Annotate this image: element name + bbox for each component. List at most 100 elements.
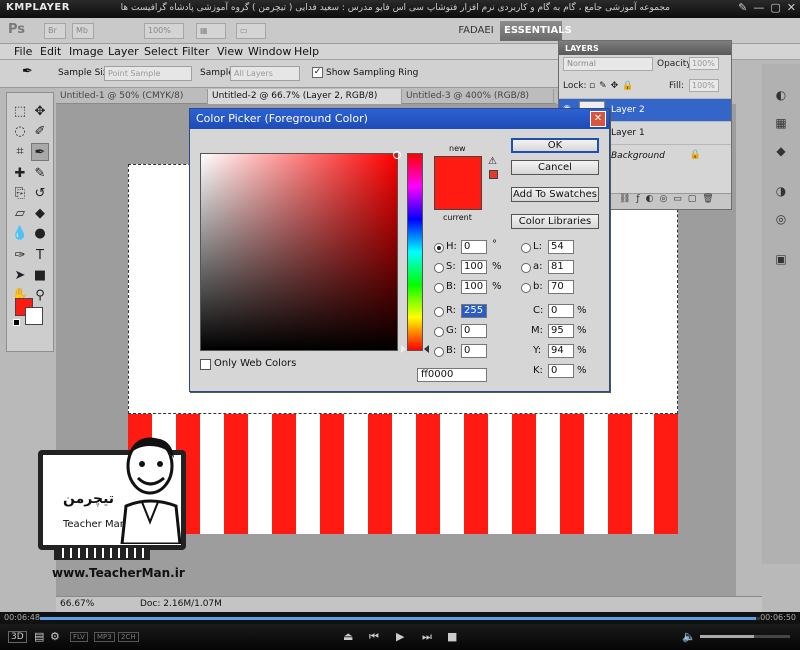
menu-edit[interactable]: Edit: [40, 45, 61, 58]
color-libraries-button[interactable]: Color Libraries: [511, 214, 599, 229]
color-panel-icon[interactable]: ◐: [770, 88, 792, 106]
lab-b-field[interactable]: 70: [548, 280, 574, 294]
lab-l-field[interactable]: 54: [548, 240, 574, 254]
path-selection-icon[interactable]: ➤: [11, 267, 29, 285]
saturation-radio[interactable]: [434, 263, 444, 273]
green-radio[interactable]: [434, 327, 444, 337]
add-to-swatches-button[interactable]: Add To Swatches: [511, 187, 599, 202]
marquee-tool-icon[interactable]: ⬚: [11, 103, 29, 121]
pen-tool-icon[interactable]: ✑: [11, 247, 29, 265]
move-tool-icon[interactable]: ✥: [31, 103, 49, 121]
cyan-field[interactable]: 0: [548, 304, 574, 318]
play-icon[interactable]: ▶: [396, 630, 404, 643]
eyedropper-tool-icon[interactable]: ✒: [31, 143, 49, 161]
seek-progress[interactable]: [40, 617, 757, 620]
background-color-swatch[interactable]: [25, 307, 43, 325]
brightness-field[interactable]: 100: [461, 280, 487, 294]
masks-panel-icon[interactable]: ◎: [770, 212, 792, 230]
menu-filter[interactable]: Filter: [182, 45, 209, 58]
mini-bridge-button[interactable]: Mb: [72, 23, 94, 39]
yellow-field[interactable]: 94: [548, 344, 574, 358]
dodge-tool-icon[interactable]: ●: [31, 225, 49, 243]
out-of-gamut-warning-icon[interactable]: ⚠: [488, 156, 497, 167]
hue-slider[interactable]: [407, 153, 423, 351]
brightness-radio[interactable]: [434, 283, 444, 293]
zoom-tool-icon[interactable]: ⚲: [31, 287, 49, 305]
blend-mode-select[interactable]: Normal: [563, 57, 653, 71]
stop-icon[interactable]: ■: [447, 630, 457, 643]
eraser-tool-icon[interactable]: ▱: [11, 205, 29, 223]
saturation-field[interactable]: 100: [461, 260, 487, 274]
blue-radio[interactable]: [434, 347, 444, 357]
hex-field[interactable]: ff0000: [417, 368, 487, 382]
default-colors-icon[interactable]: [13, 319, 20, 326]
magenta-field[interactable]: 95: [548, 324, 574, 338]
hue-field[interactable]: 0: [461, 240, 487, 254]
tab-untitled-2[interactable]: Untitled-2 @ 66.7% (Layer 2, RGB/8): [208, 89, 402, 104]
lab-b-radio[interactable]: [521, 283, 531, 293]
red-field[interactable]: 255: [461, 304, 487, 318]
menu-view[interactable]: View: [217, 45, 243, 58]
hue-slider-left-arrow[interactable]: [401, 345, 406, 353]
close-icon[interactable]: ✕: [590, 111, 606, 127]
history-brush-icon[interactable]: ↺: [31, 185, 49, 203]
mini-bridge-panel-icon[interactable]: ▣: [770, 252, 792, 270]
tab-untitled-3[interactable]: Untitled-3 @ 400% (RGB/8): [402, 89, 554, 104]
styles-panel-icon[interactable]: ◆: [770, 144, 792, 162]
layers-panel-title[interactable]: LAYERS: [559, 41, 731, 55]
tab-untitled-1[interactable]: Untitled-1 @ 50% (CMYK/8): [56, 89, 208, 104]
ok-button[interactable]: OK: [511, 138, 599, 153]
menu-window[interactable]: Window: [248, 45, 291, 58]
menu-select[interactable]: Select: [144, 45, 178, 58]
status-zoom[interactable]: 66.67%: [60, 599, 94, 609]
playlist-icon[interactable]: ▤: [34, 630, 44, 643]
green-field[interactable]: 0: [461, 324, 487, 338]
quick-selection-tool-icon[interactable]: ✐: [31, 123, 49, 141]
lab-a-field[interactable]: 81: [548, 260, 574, 274]
eyedropper-preset-icon[interactable]: ✒: [22, 64, 33, 79]
blue-field[interactable]: 0: [461, 344, 487, 358]
zoom-level-box[interactable]: 100%: [144, 23, 184, 39]
next-icon[interactable]: ⏭: [422, 630, 432, 644]
fill-field[interactable]: 100%: [689, 79, 719, 92]
eject-icon[interactable]: ⏏: [343, 630, 353, 643]
color-field[interactable]: [200, 153, 398, 351]
settings-gear-icon[interactable]: ⚙: [50, 630, 60, 643]
arrange-documents-button[interactable]: ▦: [196, 23, 226, 39]
bridge-button[interactable]: Br: [44, 23, 66, 39]
workspace-essentials[interactable]: ESSENTIALS: [500, 21, 572, 41]
3d-button[interactable]: 3D: [8, 631, 27, 643]
pin-icon[interactable]: ✎: [738, 1, 747, 14]
gamut-correction-swatch[interactable]: [489, 170, 498, 179]
sample-size-select[interactable]: Point Sample: [104, 66, 192, 81]
black-field[interactable]: 0: [548, 364, 574, 378]
paint-bucket-icon[interactable]: ◆: [31, 205, 49, 223]
menu-help[interactable]: Help: [294, 45, 319, 58]
previous-icon[interactable]: ⏮: [369, 630, 379, 644]
minimize-icon[interactable]: —: [753, 1, 764, 14]
red-radio[interactable]: [434, 307, 444, 317]
menu-layer[interactable]: Layer: [108, 45, 139, 58]
volume-level[interactable]: [700, 635, 754, 638]
menu-image[interactable]: Image: [69, 45, 103, 58]
sample-select[interactable]: All Layers: [230, 66, 300, 81]
new-current-color-swatch[interactable]: [434, 156, 482, 210]
hue-slider-right-arrow[interactable]: [424, 345, 429, 353]
cancel-button[interactable]: Cancel: [511, 160, 599, 175]
brush-tool-icon[interactable]: ✎: [31, 165, 49, 183]
volume-icon[interactable]: 🔈: [682, 630, 696, 643]
hue-radio[interactable]: [434, 243, 444, 253]
lock-icons[interactable]: ▫✎✥🔒: [589, 81, 637, 91]
shape-tool-icon[interactable]: ■: [31, 267, 49, 285]
lab-a-radio[interactable]: [521, 263, 531, 273]
show-sampling-ring-checkbox[interactable]: ✓: [312, 67, 323, 78]
menu-file[interactable]: File: [14, 45, 32, 58]
maximize-icon[interactable]: ▢: [770, 1, 780, 14]
clone-stamp-icon[interactable]: ⎘: [11, 185, 29, 203]
lab-l-radio[interactable]: [521, 243, 531, 253]
blur-tool-icon[interactable]: 💧: [11, 225, 29, 243]
workspace-user[interactable]: FADAEI: [454, 22, 498, 40]
lasso-tool-icon[interactable]: ◌: [11, 123, 29, 141]
only-web-colors-checkbox[interactable]: [200, 359, 211, 370]
adjustments-panel-icon[interactable]: ◑: [770, 184, 792, 202]
